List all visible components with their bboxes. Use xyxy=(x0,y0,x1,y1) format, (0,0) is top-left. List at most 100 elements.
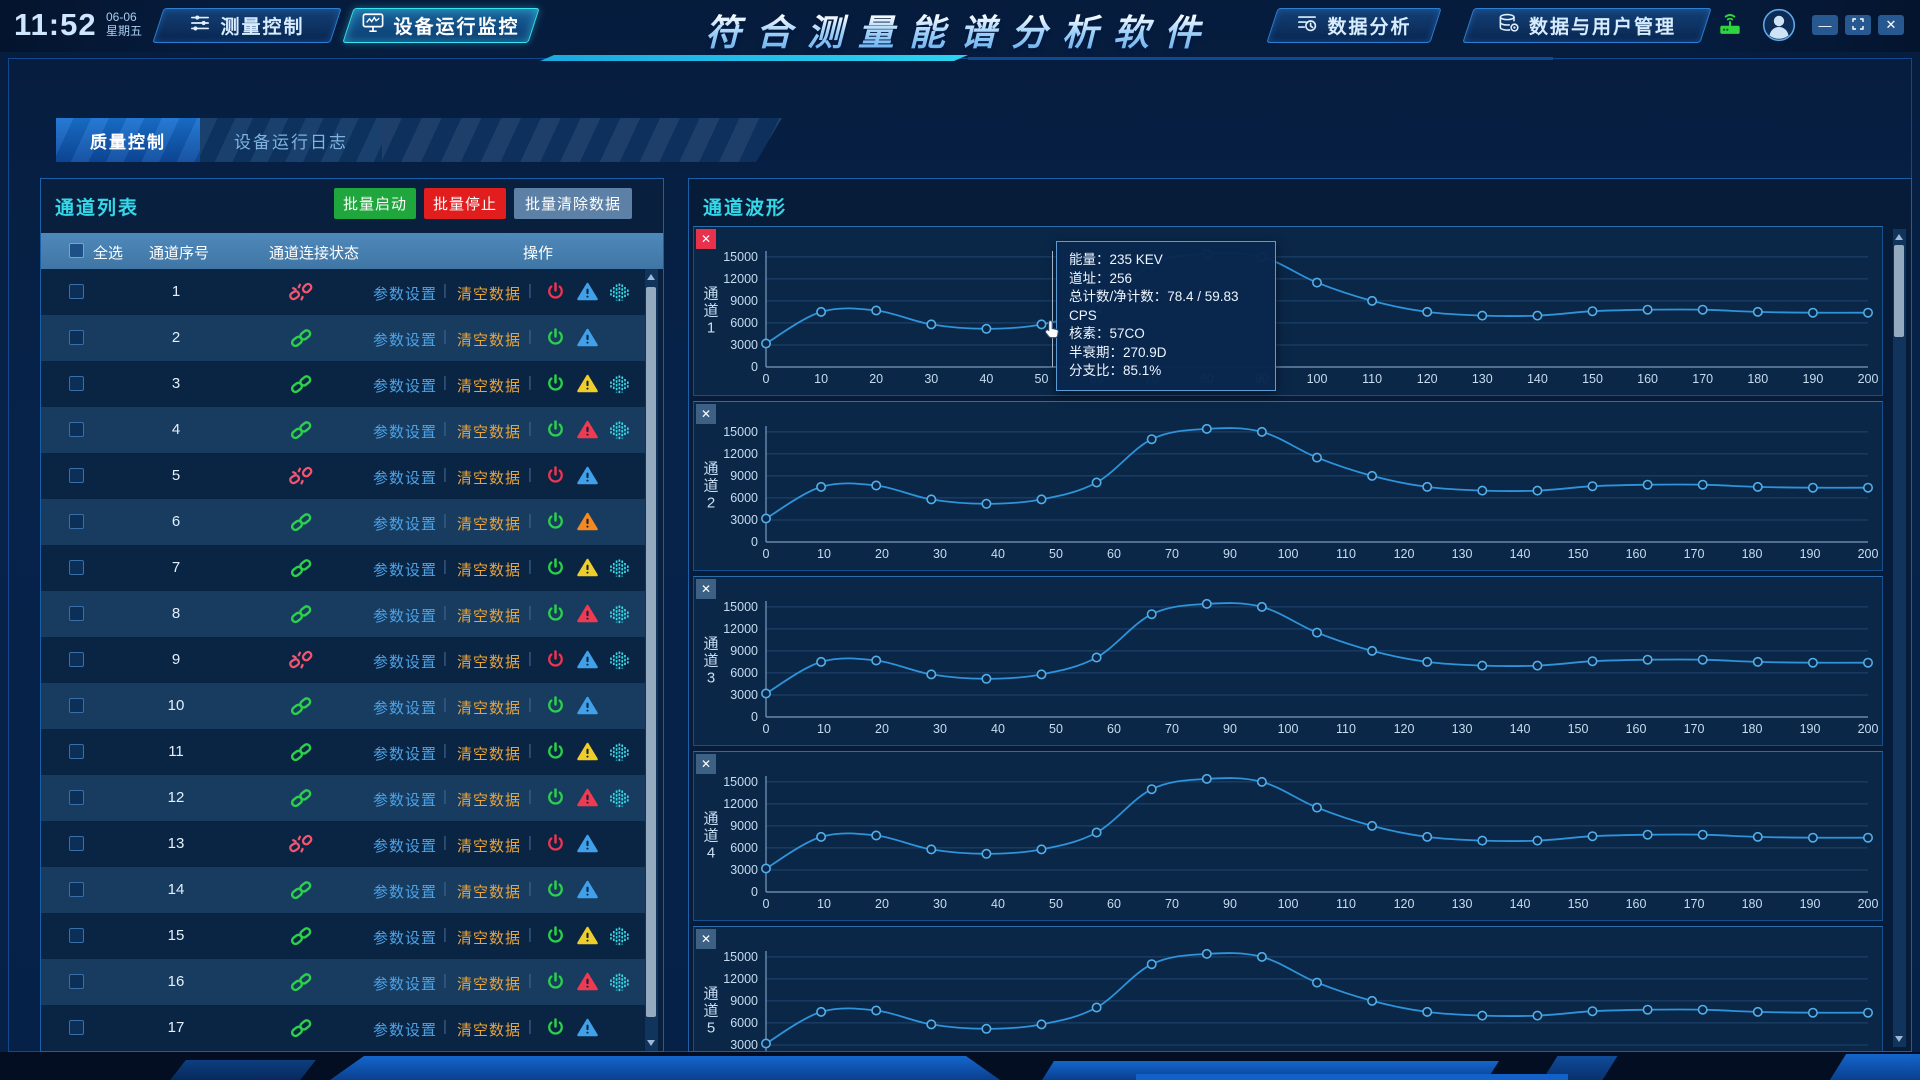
clear-data-link[interactable]: 清空数据 xyxy=(457,835,521,856)
power-toggle-icon[interactable] xyxy=(546,972,565,996)
maximize-button[interactable] xyxy=(1845,15,1871,35)
power-toggle-icon[interactable] xyxy=(546,328,565,352)
power-toggle-icon[interactable] xyxy=(546,788,565,812)
power-toggle-icon[interactable] xyxy=(546,696,565,720)
waveform-icon[interactable] xyxy=(608,743,631,767)
row-checkbox[interactable] xyxy=(69,330,84,345)
power-toggle-icon[interactable] xyxy=(546,650,565,674)
warning-icon[interactable] xyxy=(577,788,598,812)
params-settings-link[interactable]: 参数设置 xyxy=(373,835,437,856)
row-checkbox[interactable] xyxy=(69,790,84,805)
tab-quality-control[interactable]: 质量控制 xyxy=(56,118,200,162)
chart-close-button[interactable]: ✕ xyxy=(696,929,716,949)
params-settings-link[interactable]: 参数设置 xyxy=(373,651,437,672)
clear-data-link[interactable]: 清空数据 xyxy=(457,605,521,626)
clear-data-link[interactable]: 清空数据 xyxy=(457,973,521,994)
warning-icon[interactable] xyxy=(577,512,598,536)
warning-icon[interactable] xyxy=(577,834,598,858)
warning-icon[interactable] xyxy=(577,972,598,996)
nav-measure-control[interactable]: 测量控制 xyxy=(158,8,336,43)
row-checkbox[interactable] xyxy=(69,928,84,943)
clear-data-link[interactable]: 清空数据 xyxy=(457,927,521,948)
row-checkbox[interactable] xyxy=(69,284,84,299)
waveform-icon[interactable] xyxy=(608,605,631,629)
clear-data-link[interactable]: 清空数据 xyxy=(457,513,521,534)
clear-data-link[interactable]: 清空数据 xyxy=(457,283,521,304)
warning-icon[interactable] xyxy=(577,926,598,950)
select-all-checkbox[interactable] xyxy=(69,243,84,258)
chart-close-button[interactable]: ✕ xyxy=(696,754,716,774)
warning-icon[interactable] xyxy=(577,282,598,306)
row-checkbox[interactable] xyxy=(69,560,84,575)
params-settings-link[interactable]: 参数设置 xyxy=(373,375,437,396)
params-settings-link[interactable]: 参数设置 xyxy=(373,467,437,488)
waveform-icon[interactable] xyxy=(608,973,631,997)
power-toggle-icon[interactable] xyxy=(546,374,565,398)
row-checkbox[interactable] xyxy=(69,652,84,667)
nav-data-analysis[interactable]: 数据分析 xyxy=(1272,8,1436,43)
waveform-icon[interactable] xyxy=(608,789,631,813)
warning-icon[interactable] xyxy=(577,558,598,582)
waveform-icon[interactable] xyxy=(608,375,631,399)
clear-data-link[interactable]: 清空数据 xyxy=(457,421,521,442)
right-panel-scrollbar[interactable] xyxy=(1893,229,1906,1047)
warning-icon[interactable] xyxy=(577,604,598,628)
warning-icon[interactable] xyxy=(577,466,598,490)
waveform-icon[interactable] xyxy=(608,283,631,307)
warning-icon[interactable] xyxy=(577,1018,598,1042)
left-panel-scrollbar[interactable] xyxy=(645,269,658,1051)
params-settings-link[interactable]: 参数设置 xyxy=(373,973,437,994)
params-settings-link[interactable]: 参数设置 xyxy=(373,605,437,626)
user-avatar[interactable] xyxy=(1762,8,1796,47)
waveform-icon[interactable] xyxy=(608,559,631,583)
power-toggle-icon[interactable] xyxy=(546,282,565,306)
tab-device-log[interactable]: 设备运行日志 xyxy=(200,118,382,162)
batch-start-button[interactable]: 批量启动 xyxy=(334,188,416,219)
row-checkbox[interactable] xyxy=(69,376,84,391)
params-settings-link[interactable]: 参数设置 xyxy=(373,927,437,948)
clear-data-link[interactable]: 清空数据 xyxy=(457,651,521,672)
row-checkbox[interactable] xyxy=(69,744,84,759)
warning-icon[interactable] xyxy=(577,696,598,720)
params-settings-link[interactable]: 参数设置 xyxy=(373,283,437,304)
clear-data-link[interactable]: 清空数据 xyxy=(457,329,521,350)
power-toggle-icon[interactable] xyxy=(546,466,565,490)
scrollbar-thumb[interactable] xyxy=(646,287,656,1017)
close-button[interactable]: ✕ xyxy=(1878,15,1904,35)
waveform-icon[interactable] xyxy=(608,421,631,445)
scrollbar-thumb[interactable] xyxy=(1894,245,1904,337)
scroll-up-icon[interactable] xyxy=(1895,234,1903,240)
params-settings-link[interactable]: 参数设置 xyxy=(373,881,437,902)
waveform-icon[interactable] xyxy=(608,927,631,951)
clear-data-link[interactable]: 清空数据 xyxy=(457,559,521,580)
batch-clear-button[interactable]: 批量清除数据 xyxy=(514,188,632,219)
scroll-down-icon[interactable] xyxy=(647,1040,655,1046)
row-checkbox[interactable] xyxy=(69,836,84,851)
scroll-up-icon[interactable] xyxy=(647,274,655,280)
clear-data-link[interactable]: 清空数据 xyxy=(457,375,521,396)
clear-data-link[interactable]: 清空数据 xyxy=(457,467,521,488)
power-toggle-icon[interactable] xyxy=(546,604,565,628)
row-checkbox[interactable] xyxy=(69,1020,84,1035)
params-settings-link[interactable]: 参数设置 xyxy=(373,743,437,764)
row-checkbox[interactable] xyxy=(69,974,84,989)
nav-device-monitor[interactable]: 设备运行监控 xyxy=(348,8,534,43)
warning-icon[interactable] xyxy=(577,374,598,398)
params-settings-link[interactable]: 参数设置 xyxy=(373,789,437,810)
row-checkbox[interactable] xyxy=(69,514,84,529)
warning-icon[interactable] xyxy=(577,742,598,766)
power-toggle-icon[interactable] xyxy=(546,742,565,766)
row-checkbox[interactable] xyxy=(69,698,84,713)
warning-icon[interactable] xyxy=(577,328,598,352)
minimize-button[interactable]: — xyxy=(1812,15,1838,35)
warning-icon[interactable] xyxy=(577,650,598,674)
row-checkbox[interactable] xyxy=(69,422,84,437)
row-checkbox[interactable] xyxy=(69,468,84,483)
clear-data-link[interactable]: 清空数据 xyxy=(457,1019,521,1040)
params-settings-link[interactable]: 参数设置 xyxy=(373,421,437,442)
chart-close-button[interactable]: ✕ xyxy=(696,404,716,424)
scroll-down-icon[interactable] xyxy=(1895,1036,1903,1042)
params-settings-link[interactable]: 参数设置 xyxy=(373,559,437,580)
power-toggle-icon[interactable] xyxy=(546,926,565,950)
clear-data-link[interactable]: 清空数据 xyxy=(457,697,521,718)
